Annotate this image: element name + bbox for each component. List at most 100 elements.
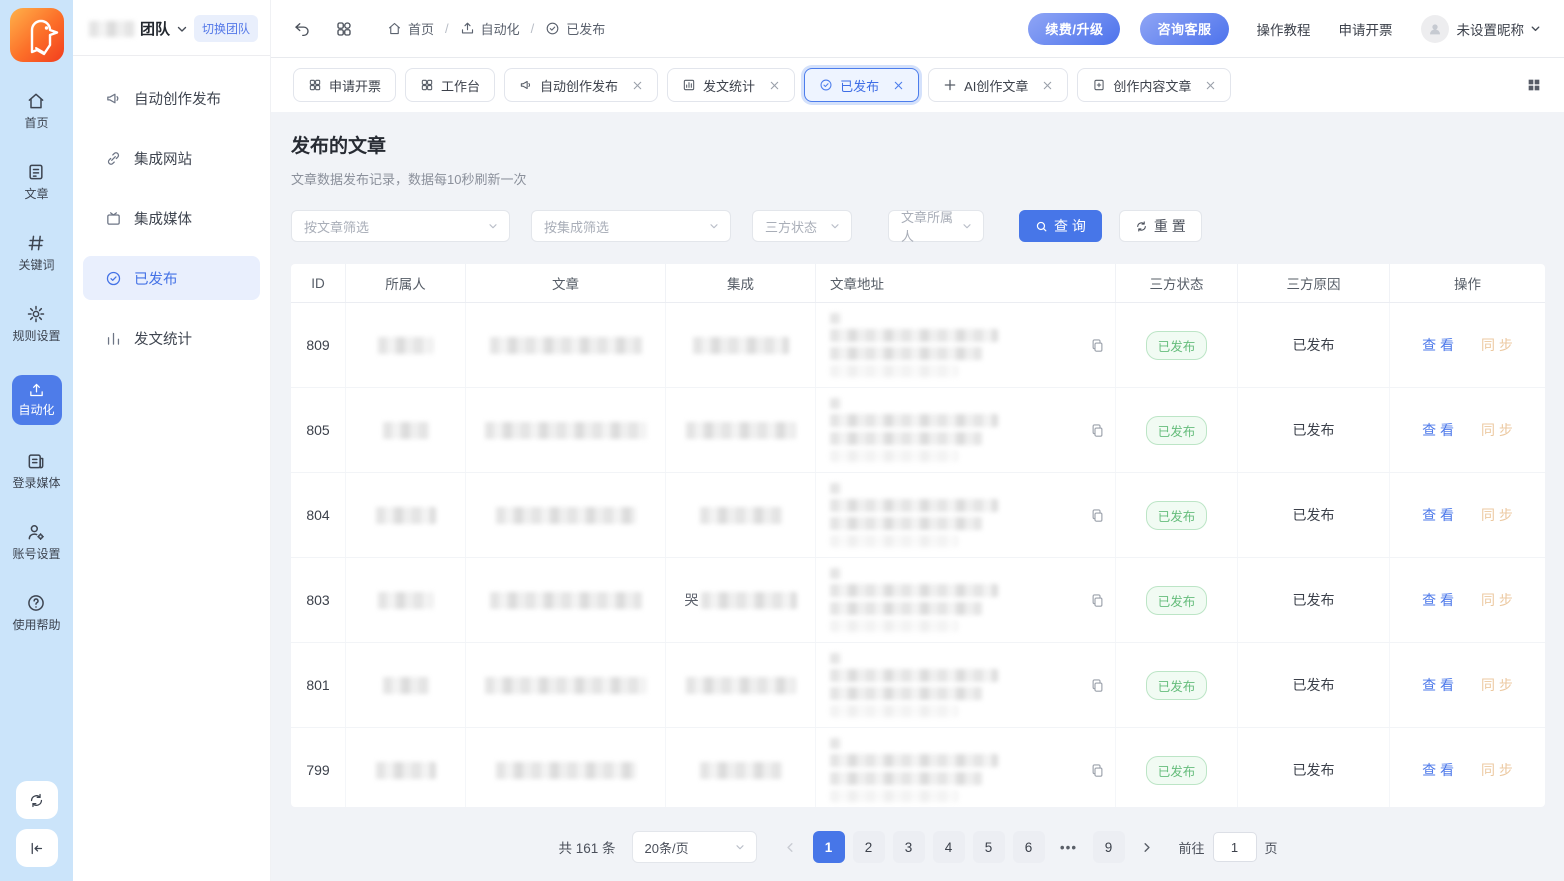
user-nickname[interactable]: 未设置昵称 xyxy=(1457,19,1543,39)
chevron-down-icon xyxy=(961,220,973,232)
copy-url-button[interactable] xyxy=(1090,508,1105,523)
app-logo[interactable] xyxy=(9,7,65,63)
rail-item-help[interactable]: 使用帮助 xyxy=(12,593,60,633)
breadcrumb-label: 首页 xyxy=(408,19,434,38)
page-button-2[interactable]: 2 xyxy=(853,831,885,863)
view-link[interactable]: 查 看 xyxy=(1422,335,1454,355)
breadcrumb-home[interactable]: 首页 xyxy=(387,19,434,38)
select-placeholder: 按集成筛选 xyxy=(544,217,708,236)
rail-item-label: 使用帮助 xyxy=(12,616,60,633)
cell-actions: 查 看 同 步 xyxy=(1390,643,1545,727)
collapse-sidebar-button[interactable] xyxy=(16,829,58,867)
page-size-select[interactable]: 20条/页 xyxy=(632,831,757,863)
redacted-article xyxy=(496,762,636,779)
article-owner-select[interactable]: 文章所属人 xyxy=(888,210,984,242)
sidebar-item-auto-create-publish[interactable]: 自动创作发布 xyxy=(83,76,260,120)
sidebar-item-integrated-media[interactable]: 集成媒体 xyxy=(83,196,260,240)
reset-button[interactable]: 重 置 xyxy=(1119,210,1202,242)
page-title: 发布的文章 xyxy=(291,131,1545,158)
integration-filter-select[interactable]: 按集成筛选 xyxy=(531,210,731,242)
apps-menu-button[interactable] xyxy=(335,20,353,38)
rail-item-home[interactable]: 首页 xyxy=(24,91,48,131)
tab-invoice[interactable]: 申请开票 xyxy=(293,68,396,102)
breadcrumb-published[interactable]: 已发布 xyxy=(545,19,605,38)
prev-page-button[interactable] xyxy=(777,831,805,863)
close-icon[interactable] xyxy=(1205,80,1216,91)
sync-link[interactable]: 同 步 xyxy=(1481,675,1513,695)
more-pages-button[interactable]: ••• xyxy=(1053,831,1085,863)
sidebar-item-publish-stats[interactable]: 发文统计 xyxy=(83,316,260,360)
copy-url-button[interactable] xyxy=(1090,593,1105,608)
redacted-url xyxy=(830,568,1082,632)
view-link[interactable]: 查 看 xyxy=(1422,760,1454,780)
article-filter-select[interactable]: 按文章筛选 xyxy=(291,210,510,242)
switch-team-button[interactable]: 切换团队 xyxy=(194,15,258,42)
redacted-url-line xyxy=(830,535,958,547)
sidebar-item-published[interactable]: 已发布 xyxy=(83,256,260,300)
tab-created-content-article[interactable]: 创作内容文章 xyxy=(1077,68,1231,102)
rail-item-articles[interactable]: 文章 xyxy=(24,162,48,202)
redacted-integration xyxy=(700,762,782,779)
search-button[interactable]: 查 询 xyxy=(1019,210,1102,242)
page-button-1[interactable]: 1 xyxy=(813,831,845,863)
sync-link[interactable]: 同 步 xyxy=(1481,760,1513,780)
tutorial-link[interactable]: 操作教程 xyxy=(1257,19,1311,39)
tab-auto-create-publish[interactable]: 自动创作发布 xyxy=(504,68,658,102)
next-page-button[interactable] xyxy=(1133,831,1161,863)
redacted-article xyxy=(496,507,636,524)
back-button[interactable] xyxy=(293,20,311,38)
page-button-4[interactable]: 4 xyxy=(933,831,965,863)
breadcrumb-automation[interactable]: 自动化 xyxy=(460,19,520,38)
cell-integration xyxy=(666,388,816,472)
tab-published[interactable]: 已发布 xyxy=(804,68,919,102)
close-icon[interactable] xyxy=(893,80,904,91)
rail-item-keywords[interactable]: 关键词 xyxy=(18,233,54,273)
tab-label: 发文统计 xyxy=(703,76,755,95)
copy-url-button[interactable] xyxy=(1090,678,1105,693)
page-button-9[interactable]: 9 xyxy=(1093,831,1125,863)
invoice-link[interactable]: 申请开票 xyxy=(1339,19,1393,39)
close-icon[interactable] xyxy=(632,80,643,91)
view-link[interactable]: 查 看 xyxy=(1422,420,1454,440)
rail-item-rules[interactable]: 规则设置 xyxy=(12,304,60,344)
sidebar-item-integrated-websites[interactable]: 集成网站 xyxy=(83,136,260,180)
view-link[interactable]: 查 看 xyxy=(1422,590,1454,610)
goto-page-input[interactable] xyxy=(1213,832,1257,862)
redacted-url-line xyxy=(830,432,982,445)
sync-link[interactable]: 同 步 xyxy=(1481,420,1513,440)
tab-ai-create-article[interactable]: AI创作文章 xyxy=(928,68,1068,102)
renew-upgrade-button[interactable]: 续费/升级 xyxy=(1028,13,1120,45)
close-icon[interactable] xyxy=(769,80,780,91)
view-link[interactable]: 查 看 xyxy=(1422,505,1454,525)
table-row: 805 xyxy=(291,388,1545,473)
team-row[interactable]: 团队 切换团队 xyxy=(73,0,270,55)
copy-url-button[interactable] xyxy=(1090,763,1105,778)
tab-publish-stats[interactable]: 发文统计 xyxy=(667,68,795,102)
tab-workbench[interactable]: 工作台 xyxy=(405,68,495,102)
close-icon[interactable] xyxy=(1042,80,1053,91)
avatar[interactable] xyxy=(1421,15,1449,43)
page-button-5[interactable]: 5 xyxy=(973,831,1005,863)
view-link[interactable]: 查 看 xyxy=(1422,675,1454,695)
third-party-status-select[interactable]: 三方状态 xyxy=(752,210,852,242)
tab-label: 申请开票 xyxy=(329,76,381,95)
rail-item-label: 文章 xyxy=(24,185,48,202)
copy-url-button[interactable] xyxy=(1090,423,1105,438)
page-button-6[interactable]: 6 xyxy=(1013,831,1045,863)
sync-link[interactable]: 同 步 xyxy=(1481,505,1513,525)
page-button-3[interactable]: 3 xyxy=(893,831,925,863)
redacted-url-favicon xyxy=(830,568,841,579)
customer-service-button[interactable]: 咨询客服 xyxy=(1140,13,1228,45)
rail-item-account-settings[interactable]: 账号设置 xyxy=(12,522,60,562)
copy-url-button[interactable] xyxy=(1090,338,1105,353)
cell-url xyxy=(816,643,1116,727)
sync-link[interactable]: 同 步 xyxy=(1481,590,1513,610)
rail-item-login-media[interactable]: 登录媒体 xyxy=(12,451,60,491)
rail-item-automation[interactable]: 自动化 xyxy=(12,375,62,425)
table-header-row: ID 所属人 文章 集成 文章地址 三方状态 三方原因 操作 xyxy=(291,264,1545,303)
chevron-down-icon xyxy=(1529,22,1542,35)
bar-chart-icon xyxy=(105,330,122,347)
refresh-button[interactable] xyxy=(16,781,58,819)
layout-grid-button[interactable] xyxy=(1526,77,1542,93)
sync-link[interactable]: 同 步 xyxy=(1481,335,1513,355)
